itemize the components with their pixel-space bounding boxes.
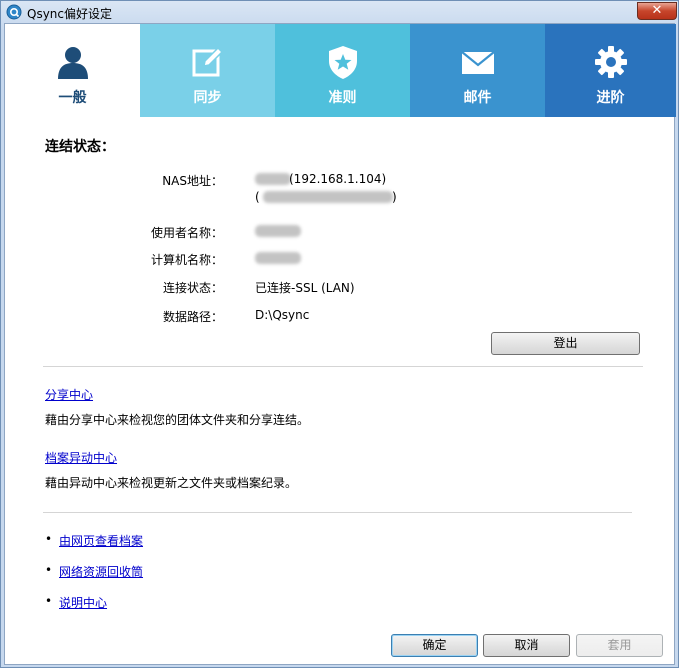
cancel-button[interactable]: 取消 xyxy=(483,634,570,657)
divider-2 xyxy=(43,512,632,513)
shield-icon xyxy=(328,46,357,79)
connection-status-value: 已连接-SSL (LAN) xyxy=(255,281,355,295)
nas-address-line2-redacted xyxy=(263,191,393,203)
tab-sync-label: 同步 xyxy=(193,90,222,106)
nas-address-label: NAS地址： xyxy=(162,174,223,188)
apply-button[interactable]: 套用 xyxy=(576,634,663,657)
change-center-link[interactable]: 档案异动中心 xyxy=(45,449,117,466)
connection-section-title: 连结状态： xyxy=(45,139,115,155)
bullet: • xyxy=(45,594,53,608)
nas-name-redacted xyxy=(255,173,291,185)
gear-icon xyxy=(594,46,627,78)
nas-address-value: (192.168.1.104) xyxy=(289,172,387,186)
user-name-redacted xyxy=(255,225,301,237)
nas-address-line2-close: ) xyxy=(392,190,397,204)
title-bar: Qsync偏好设定 ✕ xyxy=(1,1,678,23)
mail-icon xyxy=(460,51,495,74)
close-button[interactable]: ✕ xyxy=(637,2,677,20)
close-icon: ✕ xyxy=(651,3,663,18)
computer-name-redacted xyxy=(255,252,301,264)
user-icon xyxy=(57,47,88,79)
data-path-value: D:\Qsync xyxy=(255,308,310,322)
preferences-window: Qsync偏好设定 ✕ 一般 同步 准则 邮件 进阶 连结状态： NAS地址： … xyxy=(0,0,679,668)
tab-mail[interactable]: 邮件 xyxy=(410,24,545,117)
share-center-link[interactable]: 分享中心 xyxy=(45,386,93,403)
window-title: Qsync偏好设定 xyxy=(27,7,113,21)
computer-name-label: 计算机名称： xyxy=(150,253,223,267)
client-area: 一般 同步 准则 邮件 进阶 连结状态： NAS地址： (192.168.1.1… xyxy=(4,23,676,665)
data-path-label: 数据路径： xyxy=(162,310,223,324)
bullet: • xyxy=(45,563,53,577)
tab-policy[interactable]: 准则 xyxy=(275,24,410,117)
tab-general[interactable]: 一般 xyxy=(5,24,140,117)
tab-advanced-label: 进阶 xyxy=(596,90,625,106)
connection-status-label: 连接状态： xyxy=(162,281,223,295)
network-recycle-bin-link[interactable]: 网络资源回收筒 xyxy=(59,563,143,580)
nas-address-line2-open: ( xyxy=(255,190,260,204)
view-files-web-link[interactable]: 由网页查看档案 xyxy=(59,532,143,549)
change-center-description: 藉由异动中心来检视更新之文件夹或档案纪录。 xyxy=(45,476,298,490)
share-center-description: 藉由分享中心来检视您的团体文件夹和分享连结。 xyxy=(45,413,310,427)
ok-button[interactable]: 确定 xyxy=(391,634,478,657)
tab-mail-label: 邮件 xyxy=(463,90,492,106)
bullet: • xyxy=(45,532,53,546)
qsync-app-icon xyxy=(6,4,22,20)
tab-policy-label: 准则 xyxy=(328,90,357,106)
user-name-label: 使用者名称： xyxy=(150,226,223,240)
divider-1 xyxy=(43,366,643,367)
edit-icon xyxy=(192,46,223,77)
tab-bar: 一般 同步 准则 邮件 进阶 xyxy=(5,24,676,117)
tab-sync[interactable]: 同步 xyxy=(140,24,275,117)
logout-button[interactable]: 登出 xyxy=(491,332,640,355)
tab-advanced[interactable]: 进阶 xyxy=(545,24,676,117)
tab-general-label: 一般 xyxy=(58,90,87,106)
help-center-link[interactable]: 说明中心 xyxy=(59,594,107,611)
